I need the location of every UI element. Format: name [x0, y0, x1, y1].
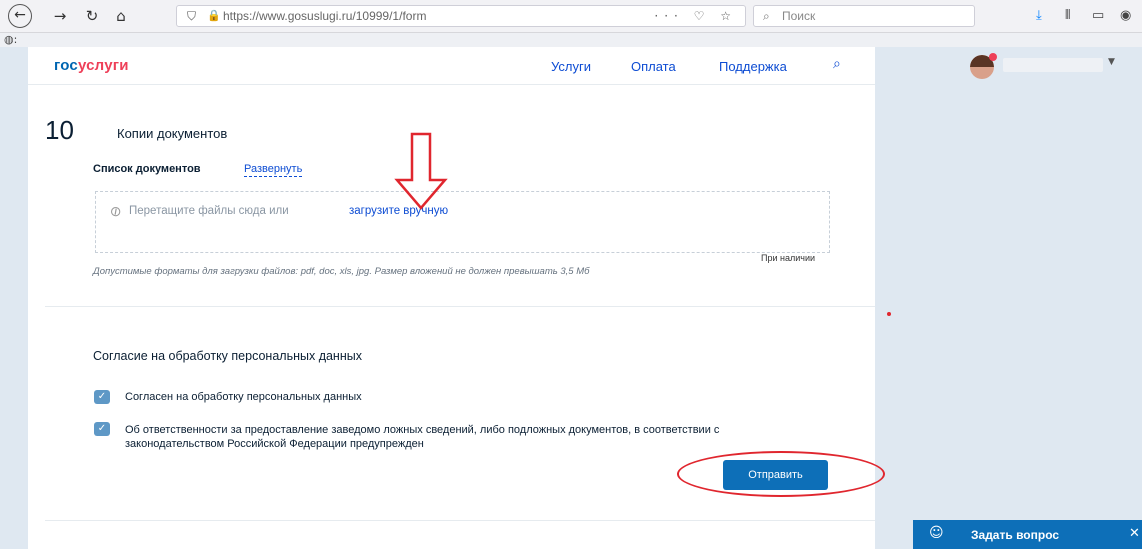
library-icon[interactable]: ⫴ — [1065, 8, 1070, 23]
step-number: 10 — [45, 115, 74, 145]
forward-icon[interactable]: → — [48, 6, 72, 26]
ask-question-button[interactable]: ☺ Задать вопрос ✕ — [913, 520, 1142, 549]
user-menu[interactable]: ▼ — [875, 47, 1142, 87]
nav-support[interactable]: Поддержка — [719, 59, 787, 74]
logo-part-2: услуги — [77, 57, 129, 74]
logo-part-1: гос — [54, 57, 78, 74]
browser-search-input[interactable]: ⌕ Поиск — [753, 5, 975, 27]
download-icon[interactable]: ⤓ — [1036, 8, 1042, 23]
home-icon[interactable]: ⌂ — [109, 6, 133, 26]
liability-checkbox[interactable]: ✓ — [94, 422, 110, 436]
document-list-label: Список документов — [93, 163, 201, 175]
sidebar-icon[interactable]: ▭ — [1092, 8, 1104, 23]
annotation-arrow — [394, 132, 448, 210]
chevron-down-icon[interactable]: ▼ — [1108, 57, 1115, 67]
annotation-dot — [887, 312, 891, 316]
close-icon[interactable]: ✕ — [1129, 526, 1140, 541]
paperclip-icon: ⊘ — [106, 202, 126, 222]
nav-services[interactable]: Услуги — [551, 59, 591, 74]
url-text[interactable]: https://www.gosuslugi.ru/10999/1/form — [223, 6, 426, 26]
shield-icon[interactable]: ⛉ — [187, 6, 196, 26]
extension-icon[interactable]: ◉ — [1120, 8, 1131, 23]
search-icon[interactable]: ⌕ — [833, 56, 841, 72]
back-icon[interactable]: ← — [8, 4, 32, 28]
search-icon: ⌕ — [763, 9, 770, 23]
user-name-blurred[interactable] — [1003, 58, 1103, 72]
consent-title: Согласие на обработку персональных данны… — [93, 349, 362, 363]
browser-toolbar: ← → ↻ ⌂ ⛉ 🔒 https://www.gosuslugi.ru/109… — [0, 0, 1142, 33]
bookmarks-bar: ◍: — [0, 33, 1142, 47]
notification-dot — [989, 53, 997, 61]
if-available-note: При наличии — [761, 253, 815, 263]
formats-note: Допустимые форматы для загрузки файлов: … — [93, 266, 590, 277]
ask-question-label: Задать вопрос — [971, 528, 1060, 542]
search-placeholder: Поиск — [782, 9, 816, 23]
annotation-ellipse — [677, 451, 885, 497]
step-title: Копии документов — [117, 126, 228, 141]
globe-icon[interactable]: ◍: — [4, 33, 17, 46]
divider-bottom — [45, 520, 875, 521]
logo[interactable]: госуслуги — [54, 57, 129, 74]
lock-icon: 🔒 — [207, 9, 221, 22]
nav-payment[interactable]: Оплата — [631, 59, 676, 74]
page-content: госуслуги Услуги Оплата Поддержка ⌕ 10 К… — [28, 47, 885, 549]
chat-icon: ☺ — [929, 525, 944, 541]
file-dropzone[interactable]: ⊘ Перетащите файлы сюда или загрузите вр… — [95, 191, 830, 253]
site-header: госуслуги Услуги Оплата Поддержка ⌕ — [28, 47, 875, 85]
url-bar[interactable]: ⛉ 🔒 https://www.gosuslugi.ru/10999/1/for… — [176, 5, 746, 27]
drop-text: Перетащите файлы сюда или — [129, 205, 289, 217]
expand-link[interactable]: Развернуть — [244, 163, 303, 177]
divider — [45, 306, 875, 307]
reload-icon[interactable]: ↻ — [80, 6, 104, 26]
consent-checkbox[interactable]: ✓ — [94, 390, 110, 404]
page-actions-icons[interactable]: ··· ♡ ☆ — [654, 6, 737, 26]
liability-label: Об ответственности за предоставление зав… — [125, 424, 720, 450]
consent-label: Согласен на обработку персональных данны… — [125, 391, 362, 403]
